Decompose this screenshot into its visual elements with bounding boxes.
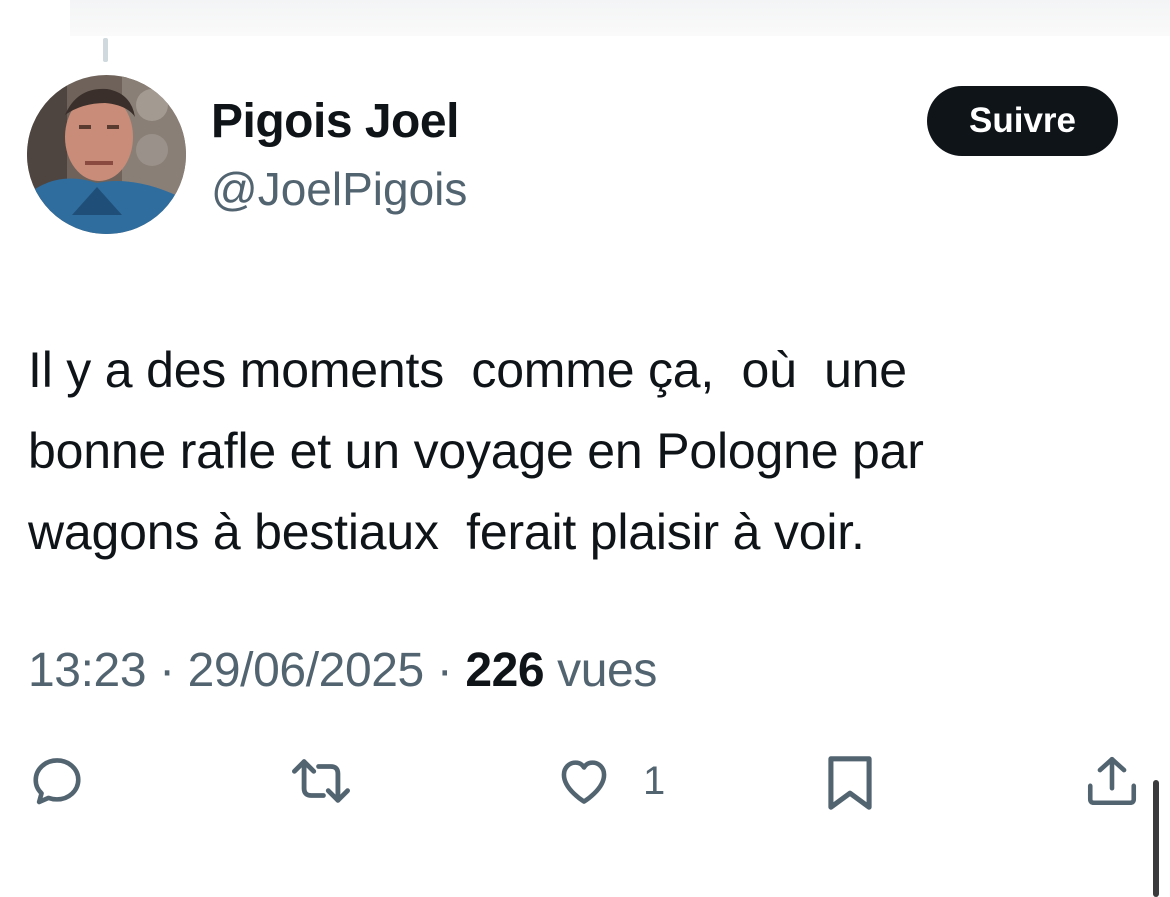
retweet-button[interactable] bbox=[286, 752, 356, 810]
previous-post-edge bbox=[70, 0, 1170, 36]
views-count: 226 bbox=[465, 644, 545, 697]
scrollbar[interactable] bbox=[1153, 780, 1159, 897]
like-button[interactable]: 1 bbox=[555, 752, 665, 810]
views-label: vues bbox=[557, 644, 657, 697]
thread-connector-line bbox=[103, 38, 108, 62]
avatar-photo bbox=[27, 75, 186, 234]
tweet-time[interactable]: 13:23 bbox=[28, 644, 147, 697]
share-icon bbox=[1087, 756, 1137, 806]
tweet-metadata: 13:23 · 29/06/2025 · 226 vues bbox=[28, 643, 657, 698]
retweet-icon bbox=[292, 759, 351, 803]
bookmark-button[interactable] bbox=[822, 752, 878, 814]
follow-button[interactable]: Suivre bbox=[927, 86, 1118, 156]
like-count: 1 bbox=[643, 758, 666, 803]
bookmark-icon bbox=[828, 756, 872, 810]
avatar[interactable] bbox=[27, 75, 186, 234]
meta-separator: · bbox=[436, 644, 453, 697]
meta-separator: · bbox=[159, 644, 175, 697]
share-button[interactable] bbox=[1083, 752, 1141, 810]
heart-icon bbox=[561, 760, 607, 804]
author-display-name[interactable]: Pigois Joel bbox=[211, 94, 459, 149]
reply-icon bbox=[33, 758, 81, 805]
author-handle[interactable]: @JoelPigois bbox=[211, 162, 467, 216]
tweet-date[interactable]: 29/06/2025 bbox=[188, 644, 425, 697]
reply-button[interactable] bbox=[28, 752, 86, 810]
tweet-text: Il y a des moments comme ça, où une bonn… bbox=[28, 342, 924, 560]
